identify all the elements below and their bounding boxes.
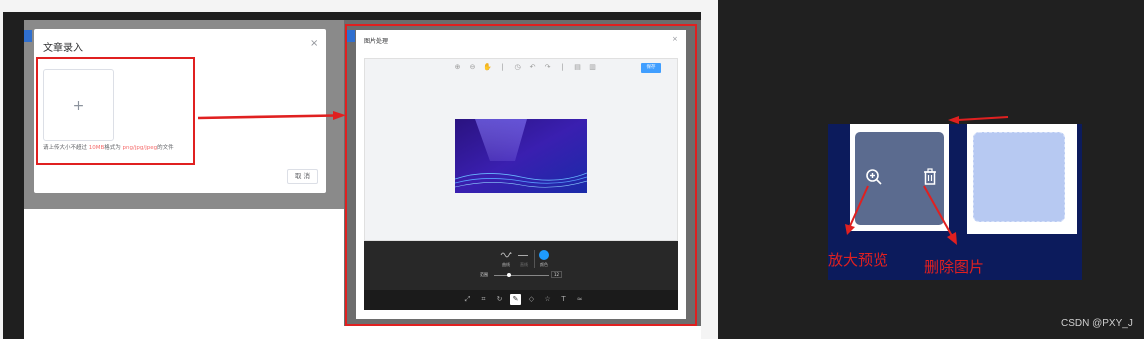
redo-icon[interactable]: ↷ bbox=[543, 63, 552, 73]
draw-icon[interactable]: ✎ bbox=[510, 294, 521, 305]
curve-icon[interactable] bbox=[500, 251, 512, 259]
divider: | bbox=[561, 63, 564, 71]
right-screenshot: 放大预览 删除图片 CSDN @PXY_J bbox=[718, 0, 1144, 339]
highlight-frame-upload bbox=[36, 57, 195, 165]
image-list-panel: 放大预览 删除图片 bbox=[828, 116, 1082, 280]
editor-canvas[interactable]: ⊕ ⊖ ✋ | ◷ ↶ ↷ | ▤ ▥ 保存 bbox=[364, 58, 678, 241]
line-option-label: 直线 bbox=[520, 262, 528, 267]
reset-icon[interactable]: ▤ bbox=[573, 63, 582, 73]
text-icon[interactable]: T bbox=[558, 294, 569, 305]
range-slider-track[interactable] bbox=[494, 275, 549, 276]
cancel-button[interactable]: 取 消 bbox=[287, 169, 318, 184]
undo-icon[interactable]: ↶ bbox=[528, 63, 537, 73]
rotate-icon[interactable]: ↻ bbox=[494, 294, 505, 305]
close-icon[interactable]: × bbox=[672, 35, 678, 43]
color-dot-icon[interactable] bbox=[539, 250, 549, 260]
arrow-icon bbox=[197, 111, 346, 120]
color-option-label: 颜色 bbox=[540, 262, 548, 267]
line-icon[interactable] bbox=[518, 255, 528, 256]
delete-image-label: 删除图片 bbox=[924, 258, 985, 276]
editor-toolbar: ⊕ ⊖ ✋ | ◷ ↶ ↷ | ▤ ▥ bbox=[453, 63, 597, 73]
hand-icon[interactable]: ✋ bbox=[483, 63, 492, 73]
crop-icon[interactable]: ⌗ bbox=[478, 294, 489, 305]
curve-option-label: 曲线 bbox=[502, 262, 510, 267]
editor-menu-bar: ⤢ ⌗ ↻ ✎ ◇ ☆ T ≈ bbox=[364, 290, 678, 310]
history-icon[interactable]: ◷ bbox=[513, 63, 522, 73]
zoom-out-icon[interactable]: ⊖ bbox=[468, 63, 477, 73]
filter-icon[interactable]: ≈ bbox=[574, 294, 585, 305]
separator bbox=[701, 0, 718, 339]
range-value-input[interactable]: 12 bbox=[551, 271, 562, 278]
save-button[interactable]: 保存 bbox=[641, 63, 661, 73]
icon-icon[interactable]: ☆ bbox=[542, 294, 553, 305]
close-icon[interactable]: × bbox=[310, 38, 318, 49]
range-label: 范围 bbox=[480, 272, 488, 277]
divider: | bbox=[501, 63, 504, 71]
watermark: CSDN @PXY_J bbox=[1061, 318, 1133, 329]
zoom-in-icon[interactable]: ⊕ bbox=[453, 63, 462, 73]
overlay-tag-icon bbox=[24, 30, 32, 42]
range-slider-handle[interactable] bbox=[506, 273, 511, 277]
dialog-title: 文章录入 bbox=[43, 43, 83, 54]
tech-background-image bbox=[455, 119, 587, 193]
zoom-preview-label: 放大预览 bbox=[828, 251, 889, 269]
dialog-title: 图片处理 bbox=[364, 38, 389, 45]
resize-icon[interactable]: ⤢ bbox=[462, 294, 473, 305]
annotation-arrows bbox=[845, 116, 1009, 245]
shape-icon[interactable]: ◇ bbox=[526, 294, 537, 305]
delete-icon[interactable]: ▥ bbox=[588, 63, 597, 73]
draw-options-panel: 曲线 直线 颜色 范围 12 bbox=[364, 241, 678, 290]
edited-image[interactable] bbox=[455, 119, 587, 193]
image-editor-dialog: 图片处理 × ⊕ ⊖ ✋ | ◷ ↶ ↷ | ▤ ▥ 保存 曲线 直线 颜色 范… bbox=[356, 30, 686, 319]
